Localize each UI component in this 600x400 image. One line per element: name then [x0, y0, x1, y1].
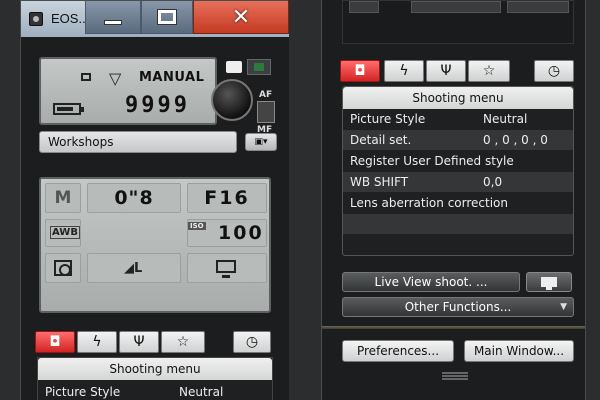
tab-timer[interactable]: ◷	[233, 331, 271, 353]
shutter-release-button[interactable]	[211, 79, 253, 121]
tab-my-menu[interactable]: ☆	[468, 60, 510, 82]
close-button[interactable]: ✕	[193, 1, 289, 34]
strip-segment	[349, 1, 379, 13]
star-icon: ☆	[176, 334, 190, 350]
iso-cell[interactable]: ISO 100	[187, 219, 267, 247]
menu-row-value: Neutral	[483, 112, 528, 126]
tab-shooting[interactable]: ◘	[35, 331, 75, 353]
drive-mode-icon	[81, 73, 91, 81]
flash-icon: ϟ	[399, 63, 409, 79]
resize-grip-icon[interactable]	[442, 372, 468, 380]
monitor-icon	[541, 277, 557, 290]
flash-icon: ϟ	[92, 334, 102, 350]
pc-liveview-cell[interactable]	[187, 253, 267, 283]
menu-row-lens-aberration[interactable]: Lens aberration correction	[343, 193, 573, 213]
tools-icon: Ψ	[133, 334, 145, 350]
shooting-mode-cell[interactable]: M	[45, 183, 81, 213]
tab-flash[interactable]: ϟ	[77, 331, 117, 353]
left-titlebar[interactable]: EOS... ✕	[21, 1, 289, 37]
right-lcd-strip	[342, 0, 574, 44]
folder-icon[interactable]	[247, 59, 271, 75]
menu-header: Shooting menu	[343, 87, 573, 109]
menu-row-register-style[interactable]: Register User Defined style	[343, 151, 573, 171]
timer-icon: ◷	[245, 334, 259, 350]
camera-name-field[interactable]: Workshops	[39, 131, 237, 153]
menu-row-label: Detail set.	[350, 133, 412, 147]
camera-icon: ◘	[354, 63, 366, 79]
camera-icon: ◘	[49, 334, 61, 350]
minimize-button[interactable]	[85, 1, 141, 34]
metering-icon	[54, 260, 72, 276]
main-window-button[interactable]: Main Window...	[464, 340, 574, 362]
left-menu-tabbar: ◘ ϟ Ψ ☆ ◷	[35, 331, 279, 353]
star-icon: ☆	[482, 63, 496, 79]
camera-settings-dropdown[interactable]: ▣▾	[245, 133, 277, 151]
tab-timer[interactable]: ◷	[534, 60, 574, 82]
white-balance-cell[interactable]: AWB	[45, 219, 81, 247]
left-shooting-menu: Shooting menu Picture Style Neutral	[37, 357, 273, 400]
menu-row-detail-set[interactable]: Detail set. 0 , 0 , 0 , 0	[343, 130, 573, 150]
menu-row-label: Register User Defined style	[350, 154, 514, 168]
menu-row-label: WB SHIFT	[350, 175, 409, 189]
window-title: EOS...	[51, 11, 90, 26]
monitor-icon	[216, 260, 236, 278]
shots-remaining: 9999	[125, 93, 190, 118]
tab-shooting[interactable]: ◘	[340, 60, 380, 82]
tab-my-menu[interactable]: ☆	[161, 331, 205, 353]
memory-card-icon	[226, 61, 242, 73]
left-window: EOS... ✕ ▽ MANUAL 9999 AF MF Workshops ▣…	[20, 0, 289, 400]
app-camera-icon	[29, 12, 43, 26]
camera-control-panel: ▽ MANUAL 9999 AF MF Workshops ▣▾ M 0"8 F…	[21, 37, 289, 400]
strip-segment	[507, 1, 569, 13]
menu-row-value: 0,0	[483, 175, 503, 189]
af-mf-switch[interactable]	[257, 101, 275, 123]
top-lcd-panel: ▽ MANUAL 9999	[39, 57, 217, 125]
image-size-icon: ◢L	[124, 261, 143, 276]
right-window: ◘ ϟ Ψ ☆ ◷ Shooting menu Picture Style Ne…	[321, 0, 586, 400]
aperture-cell[interactable]: F16	[187, 183, 267, 213]
other-functions-label: Other Functions...	[404, 300, 512, 314]
tab-flash[interactable]: ϟ	[384, 60, 424, 82]
metering-mode-cell[interactable]	[45, 253, 81, 283]
menu-row-label: Lens aberration correction	[350, 196, 508, 210]
divider	[322, 326, 585, 329]
minimize-icon	[104, 19, 122, 25]
live-view-shoot-button[interactable]: Live View shoot. ...	[342, 272, 520, 292]
preferences-button[interactable]: Preferences...	[342, 340, 454, 362]
maximize-button[interactable]	[141, 1, 193, 34]
awb-label: AWB	[50, 226, 80, 239]
chevron-down-icon: ▼	[560, 302, 567, 312]
menu-row-picture-style[interactable]: Picture Style Neutral	[343, 109, 573, 129]
af-label: AF	[259, 90, 273, 100]
main-lcd-panel: M 0"8 F16 AWB ISO 100 ◢L	[39, 177, 271, 313]
menu-row-empty	[343, 214, 573, 234]
menu-row-picture-style[interactable]: Picture Style Neutral	[38, 382, 272, 400]
strip-segment	[411, 1, 501, 13]
right-menu-tabbar: ◘ ϟ Ψ ☆ ◷	[340, 60, 580, 82]
remote-live-view-button[interactable]	[526, 272, 572, 292]
other-functions-button[interactable]: Other Functions... ▼	[342, 297, 574, 317]
menu-row-wb-shift[interactable]: WB SHIFT 0,0	[343, 172, 573, 192]
tools-icon: Ψ	[440, 63, 452, 79]
menu-row-value: 0 , 0 , 0 , 0	[483, 133, 548, 147]
image-quality-label: MANUAL	[139, 70, 205, 85]
battery-icon	[53, 103, 84, 115]
tab-setup[interactable]: Ψ	[426, 60, 466, 82]
iso-value: 100	[218, 222, 264, 244]
close-icon: ✕	[231, 4, 251, 30]
menu-header: Shooting menu	[38, 358, 272, 380]
white-balance-icon: ▽	[109, 69, 122, 88]
image-size-cell[interactable]: ◢L	[87, 253, 181, 283]
timer-icon: ◷	[547, 63, 561, 79]
tab-setup[interactable]: Ψ	[119, 331, 159, 353]
iso-label: ISO	[188, 222, 206, 230]
menu-row-label: Picture Style	[350, 112, 426, 126]
shutter-speed-cell[interactable]: 0"8	[87, 183, 181, 213]
maximize-icon	[157, 9, 177, 25]
menu-row-label: Picture Style	[45, 385, 121, 399]
right-shooting-menu: Shooting menu Picture Style Neutral Deta…	[342, 86, 574, 256]
menu-row-value: Neutral	[179, 385, 224, 399]
